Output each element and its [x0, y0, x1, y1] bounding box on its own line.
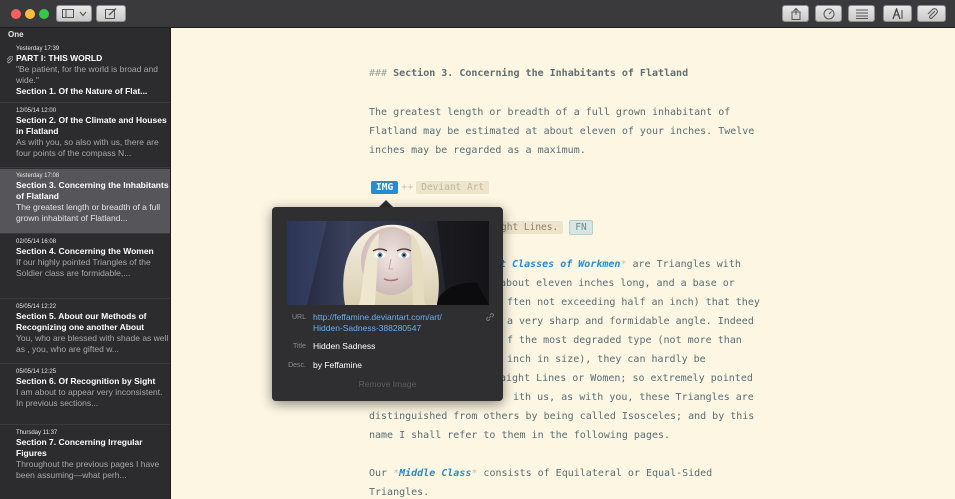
- note-date: Yesterday 17:39: [16, 46, 60, 52]
- note-date: 12/05/14 12:00: [16, 108, 57, 114]
- note-excerpt: I am about to appear very inconsistent. …: [16, 387, 163, 408]
- note-excerpt: You, who are blessed with shade as well …: [16, 333, 169, 354]
- heading-marker: ###: [369, 68, 388, 79]
- note-item[interactable]: 02/05/14 16:08 Section 4. Concerning the…: [0, 235, 170, 299]
- close-window-button[interactable]: [11, 9, 21, 19]
- note-item[interactable]: 05/05/14 12:22 Section 5. About our Meth…: [0, 300, 170, 364]
- remove-image-button[interactable]: Remove Image: [272, 379, 503, 389]
- note-title: Section 2. Of the Climate and Houses in …: [16, 115, 167, 136]
- paragraph-line: distinguished from others by being calle…: [369, 411, 755, 422]
- link-icon[interactable]: [486, 313, 494, 321]
- desc-value[interactable]: by Feffamine: [313, 360, 362, 371]
- paragraph-line: inches may be regarded as a maximum.: [369, 145, 586, 156]
- note-title: Section 4. Concerning the Women: [16, 246, 154, 256]
- note-title: PART I: THIS WORLD: [16, 53, 103, 63]
- note-excerpt: "Be patient, for the world is broad and …: [16, 64, 158, 85]
- compose-icon: [105, 8, 117, 19]
- image-title-tag[interactable]: Deviant Art: [416, 181, 490, 194]
- paragraph-text: Our: [369, 468, 394, 479]
- note-date: 05/05/14 12:25: [16, 369, 57, 375]
- image-popover: URL http://feffamine.deviantart.com/art/…: [272, 207, 503, 401]
- attachment-icon: [6, 56, 13, 64]
- note-title: Section 6. Of Recognition by Sight: [16, 376, 156, 386]
- note-date: 02/05/14 16:08: [16, 239, 57, 245]
- share-icon: [791, 7, 800, 20]
- title-bar: [0, 0, 955, 28]
- url-value-line-2: Hidden-Sadness-388280547: [313, 323, 422, 333]
- title-value[interactable]: Hidden Sadness: [313, 341, 375, 352]
- note-date: 05/05/14 12:22: [16, 304, 57, 310]
- note-excerpt: The greatest length or breadth of a full…: [16, 202, 161, 223]
- sidebar-toggle-icon: [61, 9, 74, 18]
- compose-button[interactable]: [96, 5, 126, 22]
- sidebar-header: One: [8, 30, 24, 39]
- heading-text: Section 3. Concerning the Inhabitants of…: [393, 68, 689, 79]
- zoom-window-button[interactable]: [39, 9, 49, 19]
- note-excerpt: If our highly pointed Triangles of the S…: [16, 257, 151, 278]
- image-markup-line: IMG ++ Deviant Art: [371, 181, 490, 194]
- paragraph-line: a very sharp and formidable angle. Indee…: [507, 316, 754, 327]
- emphasis-text: Middle Class: [399, 468, 472, 479]
- footnote-tag[interactable]: FN: [569, 220, 593, 235]
- note-excerpt: As with you, so also with us, there are …: [16, 137, 159, 158]
- typography-button[interactable]: [883, 5, 912, 22]
- chevron-down-icon: [79, 11, 86, 16]
- note-title: Section 7. Concerning Irregular Figures: [16, 437, 143, 458]
- note-item-selected[interactable]: Yesterday 17:08 Section 3. Concerning th…: [0, 169, 170, 234]
- paragraph-text: consists of Equilateral or Equal-Sided: [477, 468, 713, 479]
- note-date: Yesterday 17:08: [16, 173, 60, 179]
- paragraph-line: inch in size), they can hardly be: [507, 354, 706, 365]
- img-arrows: ++: [401, 182, 414, 193]
- paragraph-line: aight Lines or Women; so extremely point…: [500, 373, 753, 384]
- note-item[interactable]: 12/05/14 12:00 Section 2. Of the Climate…: [0, 104, 170, 168]
- paragraph-line: Triangles.: [369, 487, 430, 498]
- notes-sidebar: One Yesterday 17:39 PART I: THIS WORLD "…: [0, 28, 171, 499]
- note-date: Thursday 11:37: [16, 430, 58, 436]
- url-value[interactable]: http://feffamine.deviantart.com/art/ Hid…: [313, 312, 442, 334]
- paragraph-line: ften not exceeding half an inch) that th…: [507, 297, 760, 308]
- share-button[interactable]: [782, 5, 809, 22]
- note-item[interactable]: Thursday 11:37 Section 7. Concerning Irr…: [0, 426, 170, 499]
- note-title: Section 5. About our Methods of Recogniz…: [16, 311, 147, 332]
- paragraph-line: about eleven inches long, and a base or: [500, 278, 735, 289]
- minimize-window-button[interactable]: [25, 9, 35, 19]
- footnote-line: ght Lines. FN: [496, 220, 593, 235]
- stats-icon: [823, 8, 834, 19]
- list-icon: [855, 9, 868, 19]
- paragraph-text: are Triangles with: [626, 259, 741, 270]
- image-preview-photo: [287, 221, 489, 305]
- title-label: Title: [293, 343, 306, 350]
- attachment-button[interactable]: [917, 5, 946, 22]
- note-item[interactable]: Yesterday 17:39 PART I: THIS WORLD "Be p…: [0, 42, 170, 103]
- section-heading: ### Section 3. Concerning the Inhabitant…: [369, 68, 688, 79]
- url-value-line-1: http://feffamine.deviantart.com/art/: [313, 312, 442, 322]
- emphasis-text: st Classes of Workmen: [494, 259, 621, 270]
- typography-icon: [891, 7, 902, 19]
- sidebar-toggle-button[interactable]: [56, 5, 92, 22]
- desc-label: Desc.: [288, 362, 306, 369]
- attachment-icon: [927, 7, 938, 19]
- image-preview: [287, 221, 489, 305]
- straight-lines-tag: ght Lines.: [496, 221, 564, 234]
- note-item[interactable]: 05/05/14 12:25 Section 6. Of Recognition…: [0, 365, 170, 425]
- paragraph-line: ith us, as with you, these Triangles are: [513, 392, 754, 403]
- img-tag[interactable]: IMG: [371, 181, 399, 194]
- note-title: Section 3. Concerning the Inhabitants of…: [16, 180, 169, 201]
- paragraph-line: Flatland may be estimated at about eleve…: [369, 126, 755, 137]
- paragraph-line: The greatest length or breadth of a full…: [369, 107, 731, 118]
- note-excerpt: Throughout the previous pages I have bee…: [16, 459, 160, 480]
- paragraph-line: f the most degraded type (not more than: [507, 335, 742, 346]
- url-label: URL: [291, 314, 306, 321]
- paragraph-line: st Classes of Workmen* are Triangles wit…: [494, 259, 741, 270]
- paragraph-line: name I shall refer to them in the follow…: [369, 430, 671, 441]
- list-button[interactable]: [848, 5, 875, 22]
- paragraph-line: Our *Middle Class* consists of Equilater…: [369, 468, 712, 479]
- stats-button[interactable]: [815, 5, 842, 22]
- note-excerpt-bold: Section 1. Of the Nature of Flat...: [16, 86, 148, 96]
